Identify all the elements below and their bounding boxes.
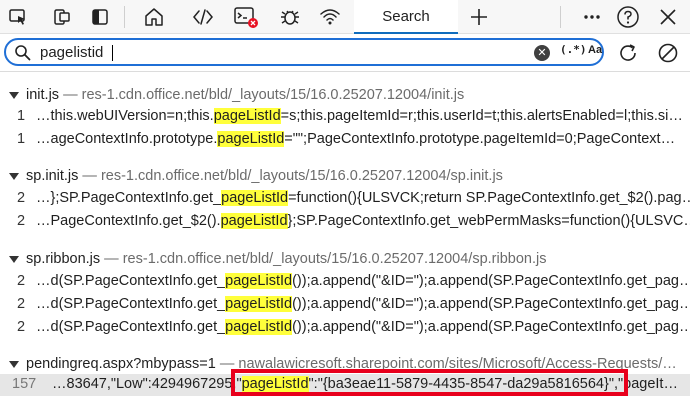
- line-number: 2: [17, 190, 26, 206]
- result-match-row[interactable]: 2 …d(SP.PageContextInfo.get_pageListId()…: [0, 317, 690, 339]
- plus-icon[interactable]: [465, 3, 493, 31]
- inspect-icon[interactable]: [4, 3, 32, 31]
- search-results: init.js — res-1.cdn.office.net/bld/_layo…: [0, 80, 690, 403]
- match-highlight: pageListId: [221, 190, 289, 206]
- file-name: pendingreq.aspx?mbypass=1: [26, 356, 216, 372]
- refresh-icon[interactable]: [614, 39, 642, 67]
- line-number: 157: [12, 376, 37, 392]
- match-prefix: …d(SP.PageContextInfo.get_: [36, 273, 226, 289]
- match-suffix: ());a.append("&ID=");a.append(SP.PageCon…: [292, 319, 690, 335]
- search-field[interactable]: ✕ (.*) Aa: [4, 38, 604, 66]
- file-url: res-1.cdn.office.net/bld/_layouts/15/16.…: [81, 87, 465, 103]
- separator: —: [78, 168, 101, 184]
- file-url: nawalawicresoft.sharepoint.com/sites/Mic…: [238, 356, 677, 372]
- result-file-header[interactable]: sp.init.js — res-1.cdn.office.net/bld/_l…: [0, 167, 690, 187]
- devtools-toolbar: Search: [0, 0, 690, 34]
- file-name: init.js: [26, 87, 60, 103]
- match-highlight: pageListId: [225, 319, 293, 335]
- line-number: 2: [17, 213, 26, 229]
- search-bar-row: ✕ (.*) Aa: [0, 34, 690, 72]
- line-number: 1: [17, 131, 26, 147]
- file-url: res-1.cdn.office.net/bld/_layouts/15/16.…: [100, 168, 503, 184]
- match-suffix: ());a.append("&ID=");a.append(SP.PageCon…: [292, 273, 690, 289]
- result-match-row[interactable]: 2 …d(SP.PageContextInfo.get_pageListId()…: [0, 294, 690, 316]
- text-caret: [112, 45, 113, 61]
- match-highlight: pageListId: [241, 376, 309, 392]
- line-number: 2: [17, 319, 26, 335]
- tab-search[interactable]: Search: [354, 0, 458, 34]
- result-match-row[interactable]: 2 …};SP.PageContextInfo.get_pageListId=f…: [0, 188, 690, 210]
- match-prefix: …d(SP.PageContextInfo.get_: [36, 296, 226, 312]
- match-highlight: pageListId: [225, 296, 293, 312]
- question-icon[interactable]: [614, 3, 642, 31]
- expand-triangle-icon[interactable]: [9, 92, 19, 99]
- match-suffix: =function(){ULSVCK;return SP.PageContext…: [288, 190, 690, 206]
- regex-toggle-button[interactable]: (.*): [560, 43, 587, 56]
- toggle-drawer-icon[interactable]: [86, 3, 114, 31]
- search-icon: [14, 44, 31, 66]
- result-match-row[interactable]: 1 …this.webUIVersion=n;this.pageListId=s…: [0, 106, 690, 128]
- file-name: sp.init.js: [26, 168, 79, 184]
- result-match-row[interactable]: 2 …PageContextInfo.get_$2().pageListId};…: [0, 211, 690, 233]
- match-highlight: pageListId: [217, 131, 285, 147]
- separator: —: [215, 356, 239, 372]
- toolbar-divider: [560, 6, 561, 28]
- match-suffix: ());a.append("&ID=");a.append(SP.PageCon…: [292, 296, 690, 312]
- match-case-button[interactable]: Aa: [588, 44, 602, 56]
- separator: —: [100, 251, 123, 267]
- match-suffix: ":"{ba3eae11-5879-4435-8547-da29a5816564…: [308, 376, 678, 392]
- tab-search-label: Search: [382, 8, 430, 25]
- line-number: 1: [17, 108, 26, 124]
- match-suffix: };SP.PageContextInfo.get_webPermMasks=fu…: [287, 213, 690, 229]
- device-emulation-icon[interactable]: [48, 3, 76, 31]
- welcome-home-icon[interactable]: [140, 3, 168, 31]
- result-match-row[interactable]: 1 …ageContextInfo.prototype.pageListId="…: [0, 129, 690, 151]
- result-file-header[interactable]: init.js — res-1.cdn.office.net/bld/_layo…: [0, 86, 690, 106]
- result-match-row[interactable]: 2 …d(SP.PageContextInfo.get_pageListId()…: [0, 271, 690, 293]
- clear-search-button[interactable]: ✕: [534, 45, 550, 61]
- result-file-header[interactable]: sp.ribbon.js — res-1.cdn.office.net/bld/…: [0, 250, 690, 270]
- sources-bug-icon[interactable]: [276, 3, 304, 31]
- line-number: 2: [17, 273, 26, 289]
- match-highlight: pageListId: [225, 273, 293, 289]
- file-name: sp.ribbon.js: [26, 251, 101, 267]
- match-prefix: …d(SP.PageContextInfo.get_: [36, 319, 226, 335]
- match-prefix: …};SP.PageContextInfo.get_: [36, 190, 222, 206]
- match-suffix: ="";PageContextInfo.prototype.pageItemId…: [284, 131, 676, 147]
- expand-triangle-icon[interactable]: [9, 173, 19, 180]
- clear-results-icon[interactable]: [654, 39, 682, 67]
- match-prefix: …ageContextInfo.prototype.: [36, 131, 218, 147]
- match-suffix: =s;this.pageItemId=r;this.userId=t;this.…: [280, 108, 683, 124]
- match-prefix: …PageContextInfo.get_$2().: [36, 213, 221, 229]
- console-icon[interactable]: [232, 3, 260, 31]
- expand-triangle-icon[interactable]: [9, 256, 19, 263]
- elements-code-icon[interactable]: [189, 3, 217, 31]
- separator: —: [59, 87, 82, 103]
- toolbar-divider: [124, 6, 125, 28]
- file-url: res-1.cdn.office.net/bld/_layouts/15/16.…: [122, 251, 547, 267]
- result-file-header[interactable]: pendingreq.aspx?mbypass=1 — nawalawicres…: [0, 355, 690, 375]
- match-prefix: …this.webUIVersion=n;this.: [36, 108, 214, 124]
- line-number: 2: [17, 296, 26, 312]
- expand-triangle-icon[interactable]: [9, 361, 19, 368]
- close-icon[interactable]: [654, 3, 682, 31]
- match-prefix: …83647,"Low":4294967295,": [52, 376, 242, 392]
- match-highlight: pageListId: [220, 213, 288, 229]
- match-highlight: pageListId: [213, 108, 281, 124]
- network-wifi-icon[interactable]: [316, 3, 344, 31]
- ellipsis-icon[interactable]: [578, 3, 606, 31]
- result-match-row-selected[interactable]: 157 …83647,"Low":4294967295,"pageListId"…: [0, 374, 690, 396]
